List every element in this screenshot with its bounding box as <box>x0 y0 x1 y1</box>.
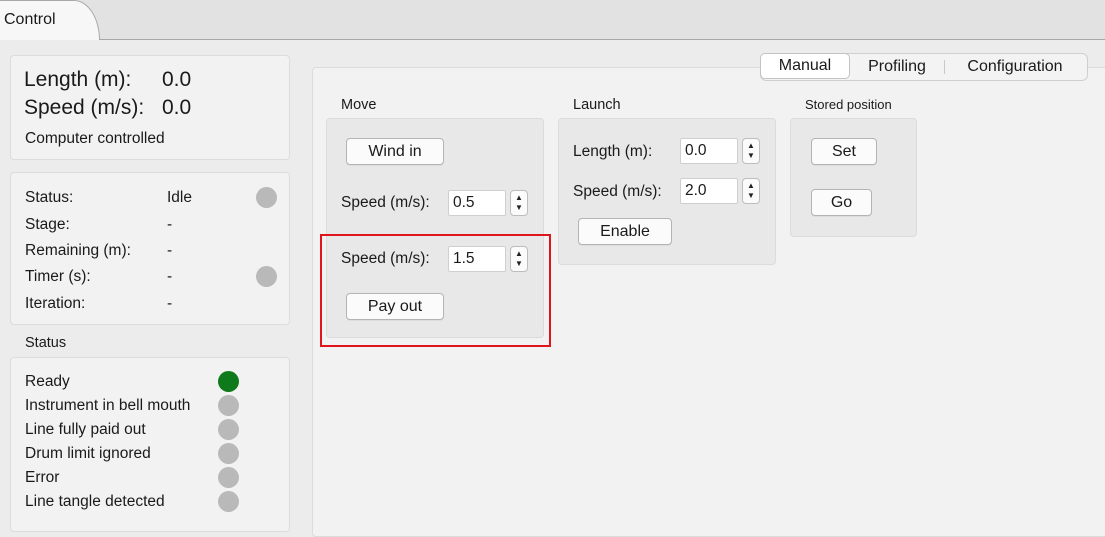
tab-configuration-label: Configuration <box>967 58 1063 75</box>
remaining-value: - <box>167 242 173 259</box>
speed-value: 0.0 <box>162 96 192 119</box>
launch-length-value: 0.0 <box>685 142 707 159</box>
speed-label: Speed (m/s): <box>24 96 145 119</box>
pay-out-highlight-box <box>320 234 551 347</box>
status-item-label: Drum limit ignored <box>25 445 151 462</box>
stage-label: Stage: <box>25 216 70 233</box>
move-title: Move <box>341 97 377 113</box>
launch-speed-stepper[interactable]: ▲ ▼ <box>742 178 760 204</box>
status-value: Idle <box>167 189 192 206</box>
paid-out-indicator <box>218 419 239 440</box>
wind-in-button-label: Wind in <box>368 142 422 160</box>
wind-in-speed-stepper[interactable]: ▲ ▼ <box>510 190 528 216</box>
status-label: Status: <box>25 189 74 206</box>
enable-button-label: Enable <box>600 222 650 240</box>
status-section-title: Status <box>25 335 67 351</box>
go-button-label: Go <box>830 193 853 211</box>
mode-tabs: Manual Profiling Configuration <box>760 53 1088 81</box>
chevron-down-icon: ▼ <box>747 191 755 200</box>
tab-bar <box>0 0 1105 40</box>
status-item-label: Line fully paid out <box>25 421 146 438</box>
chevron-down-icon: ▼ <box>747 151 755 160</box>
wind-in-speed-label: Speed (m/s): <box>341 194 430 211</box>
tab-profiling-label: Profiling <box>868 58 926 75</box>
length-value: 0.0 <box>162 68 192 91</box>
enable-button[interactable]: Enable <box>578 218 672 245</box>
remaining-label: Remaining (m): <box>25 242 131 259</box>
launch-speed-input[interactable]: 2.0 <box>680 178 738 204</box>
line-tangle-indicator <box>218 491 239 512</box>
tab-manual[interactable]: Manual <box>760 53 850 79</box>
launch-length-input[interactable]: 0.0 <box>680 138 738 164</box>
wind-in-button[interactable]: Wind in <box>346 138 444 165</box>
tab-profiling[interactable]: Profiling <box>850 54 944 80</box>
wind-in-speed-value: 0.5 <box>453 194 475 211</box>
chevron-down-icon: ▼ <box>515 203 523 212</box>
stage-value: - <box>167 216 173 233</box>
launch-title: Launch <box>573 97 621 113</box>
stored-position-title: Stored position <box>805 97 892 112</box>
chevron-up-icon: ▲ <box>747 181 755 190</box>
wind-in-speed-input[interactable]: 0.5 <box>448 190 506 216</box>
status-item-label: Instrument in bell mouth <box>25 397 191 414</box>
tab-manual-label: Manual <box>778 57 832 74</box>
set-button[interactable]: Set <box>811 138 877 165</box>
control-mode-text: Computer controlled <box>25 130 165 147</box>
ready-indicator <box>218 371 239 392</box>
iteration-label: Iteration: <box>25 295 86 312</box>
launch-speed-label: Speed (m/s): <box>573 183 662 200</box>
error-indicator <box>218 467 239 488</box>
status-indicator <box>256 187 277 208</box>
set-button-label: Set <box>831 142 856 160</box>
status-item-label: Error <box>25 469 60 486</box>
tab-control-label: Control <box>4 11 56 28</box>
timer-label: Timer (s): <box>25 268 91 285</box>
go-button[interactable]: Go <box>811 189 872 216</box>
status-item-label: Line tangle detected <box>25 493 165 510</box>
bell-mouth-indicator <box>218 395 239 416</box>
tab-configuration[interactable]: Configuration <box>945 54 1085 80</box>
tab-control[interactable]: Control <box>0 0 100 40</box>
chevron-up-icon: ▲ <box>747 141 755 150</box>
chevron-up-icon: ▲ <box>515 193 523 202</box>
timer-indicator <box>256 266 277 287</box>
length-label: Length (m): <box>24 68 132 91</box>
drum-limit-indicator <box>218 443 239 464</box>
launch-length-label: Length (m): <box>573 143 653 160</box>
status-item-label: Ready <box>25 373 70 390</box>
launch-length-stepper[interactable]: ▲ ▼ <box>742 138 760 164</box>
stored-position-box <box>790 118 917 237</box>
iteration-value: - <box>167 295 173 312</box>
timer-value: - <box>167 268 173 285</box>
launch-speed-value: 2.0 <box>685 182 707 199</box>
